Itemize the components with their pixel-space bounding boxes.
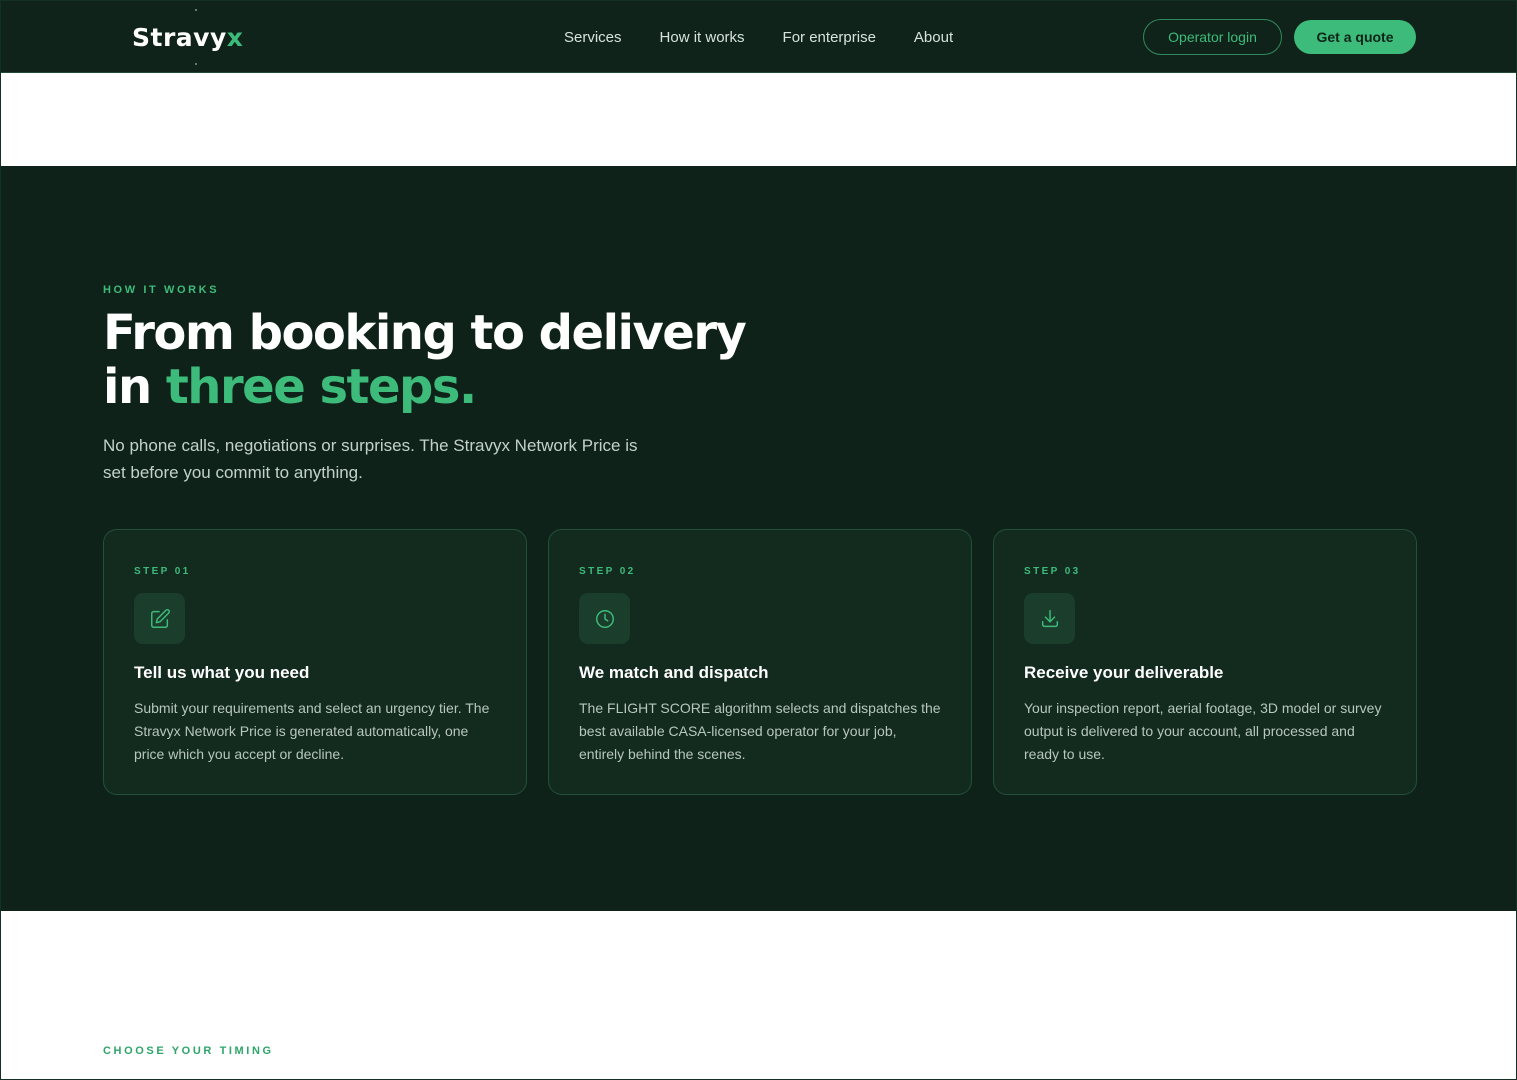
step-title: We match and dispatch	[579, 663, 769, 682]
operator-login-button[interactable]: Operator login	[1143, 19, 1282, 55]
headline-line2-prefix: in	[103, 359, 166, 415]
section-subtext: No phone calls, negotiations or surprise…	[103, 436, 638, 482]
logo-accent: x	[226, 23, 244, 52]
logo-dot-bottom	[195, 63, 197, 65]
step-label: STEP 01	[134, 566, 191, 577]
headline-line2-accent: three steps.	[165, 359, 477, 415]
edit-icon	[134, 593, 185, 644]
step-label: STEP 03	[1024, 566, 1081, 577]
timing-eyebrow: CHOOSE YOUR TIMING	[103, 1045, 274, 1057]
section-eyebrow: HOW IT WORKS	[103, 284, 220, 296]
section-headline: From booking to delivery in three steps.	[103, 306, 803, 414]
nav-links: Services How it works For enterprise Abo…	[564, 29, 953, 46]
top-nav: Stravyx Services How it works For enterp…	[1, 1, 1516, 73]
logo-dot-top	[195, 9, 197, 11]
step-card-3: STEP 03 Receive your deliverable Your in…	[993, 529, 1417, 795]
step-title: Receive your deliverable	[1024, 663, 1224, 682]
download-icon	[1024, 593, 1075, 644]
logo-text: Stravy	[132, 23, 227, 52]
how-it-works-section: HOW IT WORKS From booking to delivery in…	[1, 166, 1516, 911]
nav-link-services[interactable]: Services	[564, 29, 622, 46]
step-title: Tell us what you need	[134, 663, 310, 682]
nav-link-about[interactable]: About	[914, 29, 953, 46]
clock-icon	[579, 593, 630, 644]
step-body: The FLIGHT SCORE algorithm selects and d…	[579, 700, 941, 762]
steps-cards: STEP 01 Tell us what you need Submit you…	[103, 529, 1417, 795]
get-quote-button[interactable]: Get a quote	[1294, 20, 1416, 54]
step-body: Your inspection report, aerial footage, …	[1024, 700, 1382, 762]
page: Stravyx Services How it works For enterp…	[0, 0, 1517, 1080]
nav-link-how-it-works[interactable]: How it works	[660, 29, 745, 46]
nav-link-for-enterprise[interactable]: For enterprise	[783, 29, 876, 46]
step-card-2: STEP 02 We match and dispatch The FLIGHT…	[548, 529, 972, 795]
step-body: Submit your requirements and select an u…	[134, 700, 490, 762]
brand-logo[interactable]: Stravyx	[132, 23, 243, 52]
headline-line1: From booking to delivery	[103, 305, 747, 361]
step-card-1: STEP 01 Tell us what you need Submit you…	[103, 529, 527, 795]
step-label: STEP 02	[579, 566, 636, 577]
